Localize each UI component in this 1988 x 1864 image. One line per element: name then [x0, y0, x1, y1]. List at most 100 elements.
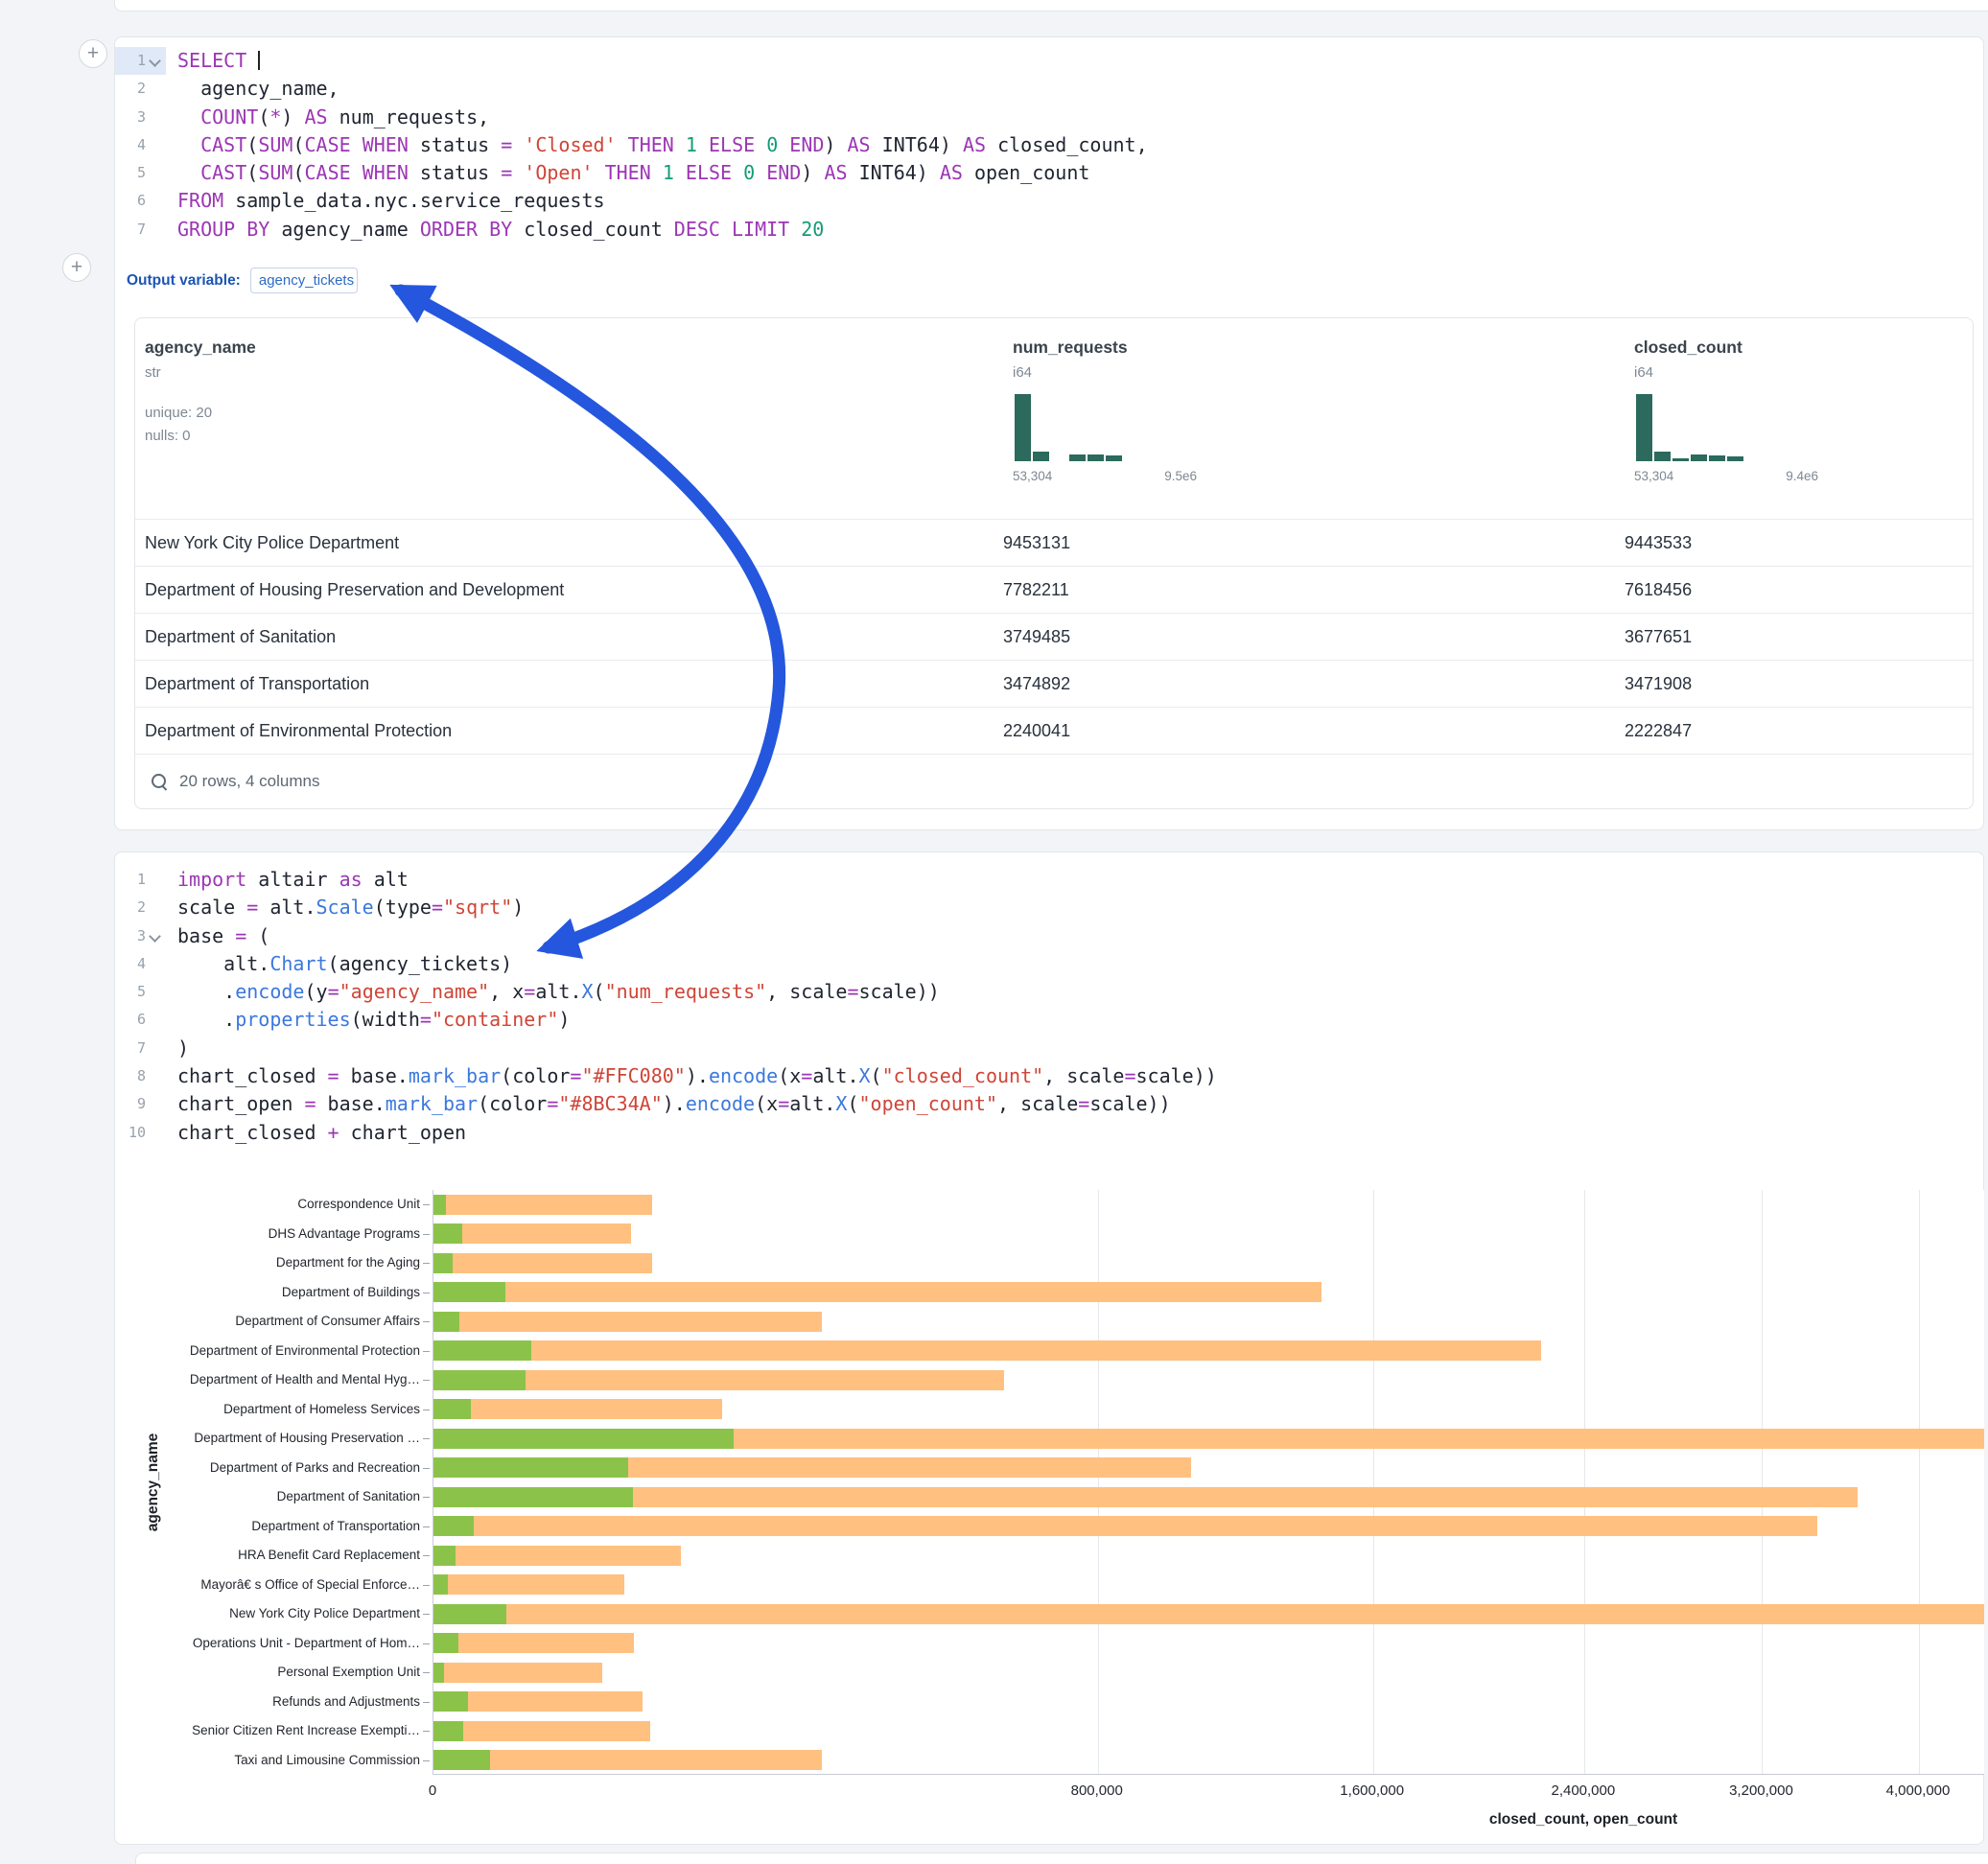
column-header-num-requests[interactable]: num_requests i64 53,304 9.5e6: [1003, 318, 1625, 519]
code-line[interactable]: 4 alt.Chart(agency_tickets): [115, 950, 1981, 978]
line-number: 5: [137, 978, 146, 1006]
histogram-bar: [1654, 452, 1671, 461]
code-line[interactable]: 1import altair as alt: [115, 866, 1981, 894]
bar-open_count: [433, 1195, 446, 1215]
code-line[interactable]: 10chart_closed + chart_open: [115, 1119, 1981, 1147]
table-body: New York City Police Department945313194…: [135, 519, 1973, 754]
line-number: 6: [137, 187, 146, 215]
y-axis-tick: [423, 1321, 430, 1322]
code-line[interactable]: 8 chart_closed = base.mark_bar(color="#FF…: [115, 1062, 1981, 1090]
table-row[interactable]: Department of Transportation347489234719…: [135, 660, 1973, 707]
bar-open_count: [433, 1399, 471, 1419]
y-axis-tick: [423, 1643, 430, 1644]
code-text: chart_closed = base.mark_bar(color="#FFC…: [166, 1062, 1217, 1090]
y-axis-category-label: Department of Health and Mental Hyg…: [115, 1365, 420, 1395]
y-axis-category-label: Department of Buildings: [115, 1278, 420, 1308]
output-variable-row: Output variable: agency_tickets: [127, 268, 358, 293]
collapse-chevron-icon[interactable]: [148, 54, 162, 68]
code-line[interactable]: 5 .encode(y="agency_name", x=alt.X("num_…: [115, 978, 1981, 1006]
code-line[interactable]: 2scale = alt.Scale(type="sqrt"): [115, 894, 1981, 921]
y-axis-category-label: Department of Transportation: [115, 1512, 420, 1542]
y-axis-tick: [423, 1614, 430, 1615]
column-header-closed-count[interactable]: closed_count i64 53,304 9.4e6: [1625, 318, 1973, 519]
code-line[interactable]: 5 CAST(SUM(CASE WHEN status = 'Open' THE…: [115, 159, 1981, 187]
bar-open_count: [433, 1487, 633, 1507]
code-line[interactable]: 1SELECT: [115, 47, 1981, 75]
histogram-labels: 53,304 9.5e6: [1013, 469, 1197, 483]
gridline: [1098, 1190, 1099, 1774]
y-axis-category-label: Mayorâ€ s Office of Special Enforce…: [115, 1571, 420, 1600]
table-footer: 20 rows, 4 columns: [135, 754, 1973, 808]
code-text: base = (: [166, 922, 269, 950]
code-line[interactable]: 2 agency_name,: [115, 75, 1981, 103]
line-gutter: 7: [115, 216, 166, 244]
code-line[interactable]: 7GROUP BY agency_name ORDER BY closed_co…: [115, 216, 1981, 244]
search-icon[interactable]: [151, 773, 168, 790]
line-number: 9: [137, 1090, 146, 1118]
sql-cell: 1SELECT 2 agency_name,3 COUNT(*) AS num_…: [114, 36, 1984, 830]
line-number: 7: [137, 1035, 146, 1062]
collapse-chevron-icon[interactable]: [148, 929, 162, 944]
code-line[interactable]: 6 .properties(width="container"): [115, 1006, 1981, 1034]
code-text: CAST(SUM(CASE WHEN status = 'Open' THEN …: [166, 159, 1089, 187]
histogram-bar: [1691, 454, 1707, 461]
line-number: 4: [137, 131, 146, 159]
y-axis-tick: [423, 1555, 430, 1556]
table-cell: New York City Police Department: [135, 533, 1003, 553]
x-axis-labels: 0800,0001,600,0002,400,0003,200,0004,000…: [115, 1782, 1985, 1804]
code-line[interactable]: 3 COUNT(*) AS num_requests,: [115, 104, 1981, 131]
bar-open_count: [433, 1429, 734, 1449]
line-number: 7: [137, 216, 146, 244]
code-line[interactable]: 9 chart_open = base.mark_bar(color="#8BC3…: [115, 1090, 1981, 1118]
code-line[interactable]: 7): [115, 1035, 1981, 1062]
python-code-editor[interactable]: 1import altair as alt2scale = alt.Scale(…: [115, 866, 1981, 1147]
add-cell-button[interactable]: +: [62, 253, 91, 282]
code-text: alt.Chart(agency_tickets): [166, 950, 512, 978]
column-type: i64: [1634, 364, 1973, 381]
code-text: scale = alt.Scale(type="sqrt"): [166, 894, 524, 921]
y-axis-category-label: Department of Consumer Affairs: [115, 1307, 420, 1337]
code-line[interactable]: 3base = (: [115, 922, 1981, 950]
code-text: chart_open = base.mark_bar(color="#8BC34…: [166, 1090, 1171, 1118]
table-row[interactable]: New York City Police Department945313194…: [135, 519, 1973, 566]
table-row[interactable]: Department of Environmental Protection22…: [135, 707, 1973, 754]
column-header-agency-name[interactable]: agency_name str unique: 20 nulls: 0: [135, 318, 1003, 519]
bar-closed_count: [433, 1487, 1858, 1507]
y-axis-tick: [423, 1497, 430, 1498]
column-name: agency_name: [145, 338, 1003, 358]
histogram-min: 53,304: [1013, 469, 1052, 483]
sql-code-editor[interactable]: 1SELECT 2 agency_name,3 COUNT(*) AS num_…: [115, 47, 1981, 244]
y-axis-tick: [423, 1672, 430, 1673]
histogram-bar: [1033, 452, 1049, 462]
bar-closed_count: [433, 1312, 822, 1332]
code-line[interactable]: 6 FROM sample_data.nyc.service_requests: [115, 187, 1981, 215]
y-axis-tick: [423, 1438, 430, 1439]
line-number: 1: [137, 866, 146, 894]
y-axis-category-label: Department of Environmental Protection: [115, 1337, 420, 1366]
histogram-max: 9.4e6: [1786, 469, 1818, 483]
line-gutter: 6: [115, 1006, 166, 1034]
chart-plot-area: [433, 1190, 1984, 1775]
gridline: [1919, 1190, 1920, 1774]
x-axis-title: closed_count, open_count: [1489, 1811, 1677, 1829]
table-row[interactable]: Department of Sanitation37494853677651: [135, 613, 1973, 660]
line-gutter: 2: [115, 75, 166, 103]
table-row[interactable]: Department of Housing Preservation and D…: [135, 566, 1973, 613]
add-cell-button[interactable]: +: [79, 39, 107, 68]
output-variable-label: Output variable:: [127, 272, 241, 290]
line-number: 2: [137, 75, 146, 103]
code-line[interactable]: 4 CAST(SUM(CASE WHEN status = 'Closed' T…: [115, 131, 1981, 159]
bar-open_count: [433, 1721, 463, 1741]
line-number: 8: [137, 1062, 146, 1090]
x-tick-label: 4,000,000: [1886, 1782, 1951, 1799]
output-variable-chip[interactable]: agency_tickets: [250, 268, 358, 293]
bar-open_count: [433, 1457, 628, 1478]
code-text: FROM sample_data.nyc.service_requests: [166, 187, 605, 215]
bar-closed_count: [433, 1282, 1321, 1302]
code-text: CAST(SUM(CASE WHEN status = 'Closed' THE…: [166, 131, 1148, 159]
line-gutter: 1: [115, 47, 166, 75]
y-axis-category-label: Refunds and Adjustments: [115, 1688, 420, 1717]
x-tick-label: 3,200,000: [1729, 1782, 1793, 1799]
code-text: .encode(y="agency_name", x=alt.X("num_re…: [166, 978, 940, 1006]
histogram-min: 53,304: [1634, 469, 1673, 483]
